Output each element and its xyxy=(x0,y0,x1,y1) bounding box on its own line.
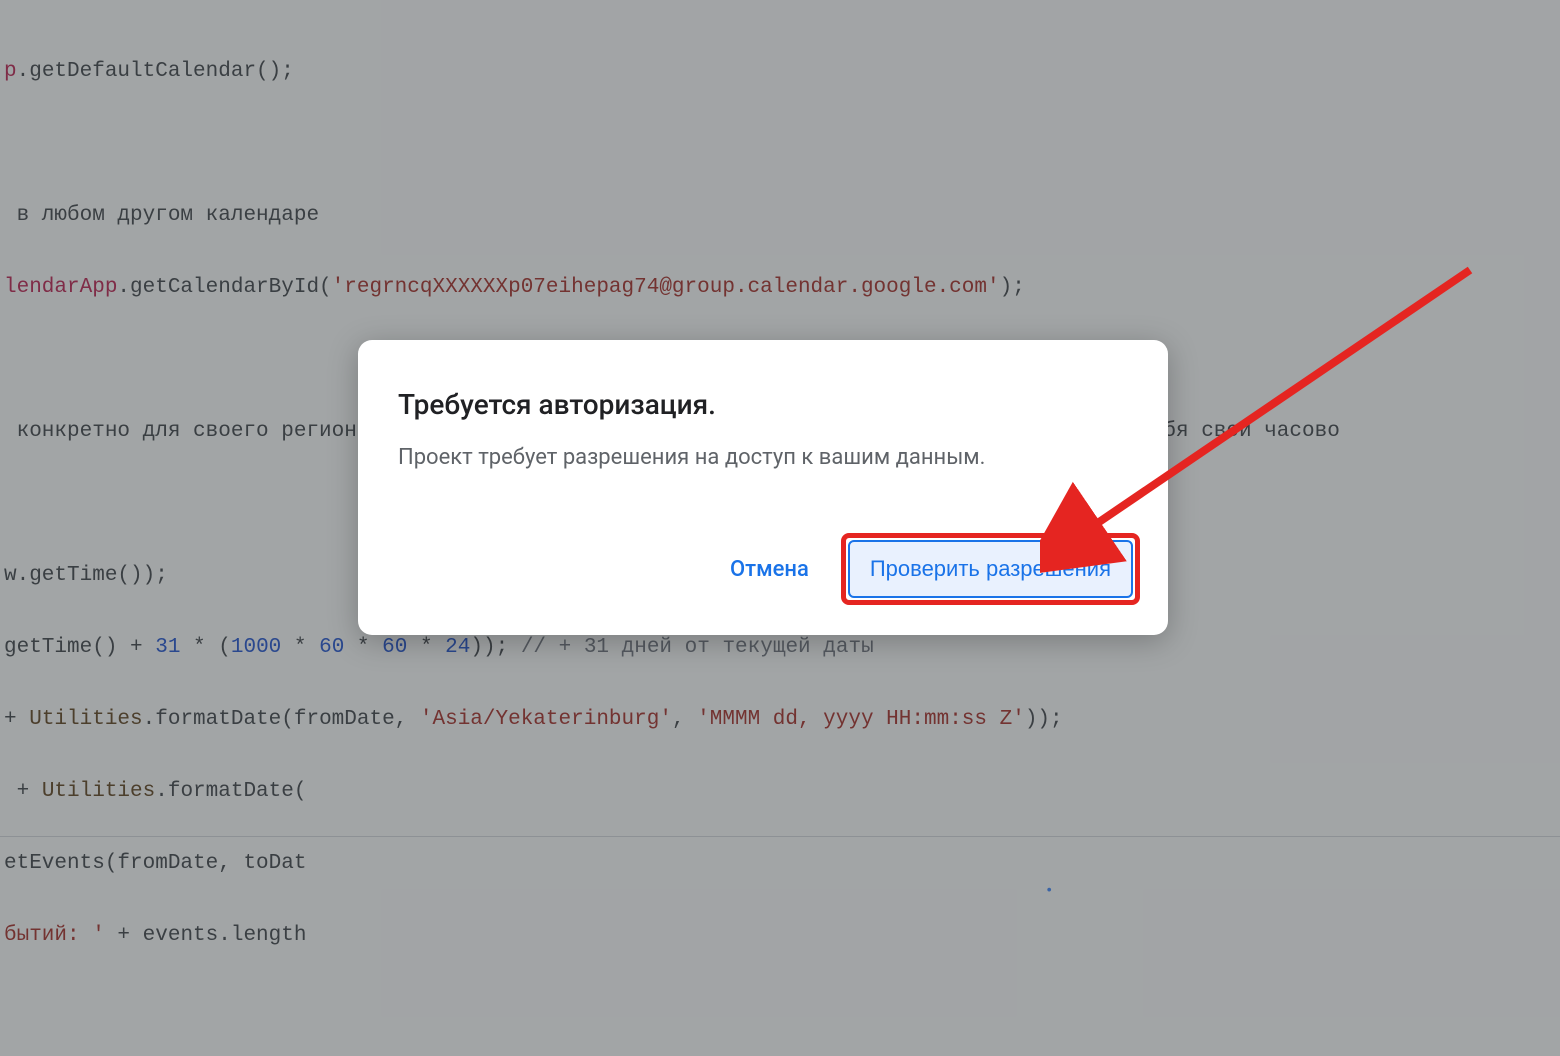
cancel-button[interactable]: Отмена xyxy=(712,545,827,594)
authorization-dialog: Требуется авторизация. Проект требует ра… xyxy=(358,340,1168,635)
annotation-highlight-box: Проверить разрешения xyxy=(841,533,1140,605)
dialog-actions: Отмена Проверить разрешения xyxy=(712,533,1140,605)
dialog-body: Проект требует разрешения на доступ к ва… xyxy=(398,445,1128,470)
dialog-title: Требуется авторизация. xyxy=(398,388,1128,421)
review-permissions-button[interactable]: Проверить разрешения xyxy=(848,540,1133,598)
